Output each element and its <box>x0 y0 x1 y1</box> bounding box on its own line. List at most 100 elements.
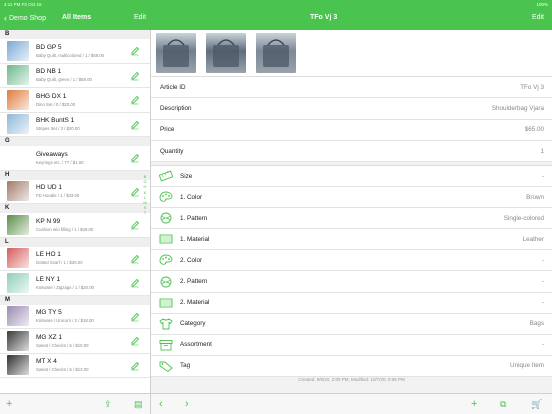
item-name: MG TY 5 <box>36 309 62 317</box>
back-button[interactable]: ‹ Demo Shop <box>4 13 46 23</box>
item-photo[interactable] <box>156 33 196 73</box>
item-subtitle: FD Hoodie / 1 / $33.00 <box>36 193 80 199</box>
item-text: LE NY 1 Knitware / Zigzags / 1 / $20.00 <box>36 276 94 290</box>
section-index[interactable]: BGHKLMST <box>141 174 149 216</box>
list-item[interactable]: LE NY 1 Knitware / Zigzags / 1 / $20.00 <box>0 271 150 296</box>
edit-pencil-icon[interactable] <box>130 71 140 81</box>
duplicate-icon[interactable]: ⧉ <box>500 399 506 409</box>
edit-pencil-icon[interactable] <box>130 254 140 264</box>
edit-pencil-icon[interactable] <box>130 120 140 130</box>
list-item[interactable]: BD GP 5 Baby Quilt, multicolored / 1 / $5… <box>0 39 150 64</box>
share-icon[interactable]: ⇪ <box>104 399 112 409</box>
attribute-value: - <box>541 172 544 180</box>
attribute-value: - <box>541 278 544 286</box>
list-item[interactable]: BD NB 1 Baby Quilt, green / 1 / $59.00 <box>0 64 150 88</box>
next-arrow-icon[interactable]: › <box>185 399 189 410</box>
photo-strip <box>151 30 552 77</box>
list-item[interactable]: BHG DX 1 Dino Set / 0 / $20.00 <box>0 88 150 113</box>
section-header: H <box>0 170 150 180</box>
add-button[interactable]: + <box>471 399 477 410</box>
attribute-row[interactable]: 2. Material - <box>151 293 552 314</box>
list-item[interactable]: MG XZ 1 Sweat / Checks / 5 / $10.00 <box>0 329 150 354</box>
attribute-value: Bags <box>529 320 544 328</box>
item-thumbnail <box>7 248 29 269</box>
detail-title: TFo Vj 3 <box>310 14 338 21</box>
item-name: KP N 99 <box>36 217 61 225</box>
attribute-label: Category <box>180 320 206 328</box>
cart-icon[interactable]: 🛒 <box>531 399 542 409</box>
item-text: BHG DX 1 Dino Set / 0 / $20.00 <box>36 93 75 107</box>
item-name: LE HO 1 <box>36 251 61 259</box>
item-text: BHK BuntS 1 Stripes Set / 3 / $20.00 <box>36 117 80 131</box>
report-icon[interactable]: ▤ <box>134 399 143 409</box>
item-photo[interactable] <box>256 33 296 73</box>
add-item-button[interactable]: + <box>6 399 12 410</box>
item-thumbnail <box>7 306 29 327</box>
list-item[interactable]: BHK BuntS 1 Stripes Set / 3 / $20.00 <box>0 113 150 137</box>
attribute-label: 1. Material <box>180 235 210 243</box>
detail-label: Quantity <box>160 147 184 155</box>
attribute-row[interactable]: 1. Color Brown <box>151 187 552 209</box>
timestamp-footer: Created: 9/8/20, 2:00 PM, Modified: 10/7… <box>298 377 405 382</box>
list-item[interactable]: Giveaways Keyrings etc. / 77 / $1.00 <box>0 146 150 171</box>
detail-label: Article ID <box>160 83 186 91</box>
box-icon <box>159 339 173 351</box>
attribute-row[interactable]: Category Bags <box>151 314 552 335</box>
edit-pencil-icon[interactable] <box>130 153 140 163</box>
edit-pencil-icon[interactable] <box>130 187 140 197</box>
item-name: HD UD 1 <box>36 184 63 192</box>
attribute-row[interactable]: Tag Unique Item <box>151 356 552 377</box>
list-item[interactable]: HD UD 1 FD Hoodie / 1 / $33.00 <box>0 180 150 204</box>
detail-edit-button[interactable]: Edit <box>532 14 544 21</box>
edit-pencil-icon[interactable] <box>130 220 140 230</box>
edit-pencil-icon[interactable] <box>130 312 140 322</box>
item-photo[interactable] <box>206 33 246 73</box>
item-name: MG XZ 1 <box>36 333 63 341</box>
tag-icon <box>159 360 173 372</box>
attribute-row[interactable]: 1. Material Leather <box>151 229 552 251</box>
attribute-value: - <box>541 299 544 307</box>
edit-pencil-icon[interactable] <box>130 336 140 346</box>
material-icon <box>159 297 173 309</box>
list-edit-button[interactable]: Edit <box>134 14 146 21</box>
attribute-row[interactable]: Size - <box>151 166 552 188</box>
item-thumbnail <box>7 181 29 202</box>
edit-pencil-icon[interactable] <box>130 95 140 105</box>
detail-row[interactable]: Description Shoulderbag Vjara <box>151 98 552 120</box>
list-item[interactable]: MG TY 5 Knitware / Unicorn / 2 / $18.00 <box>0 305 150 329</box>
attribute-label: Size <box>180 172 193 180</box>
attribute-label: 2. Material <box>180 299 210 307</box>
item-list[interactable]: B BD GP 5 Baby Quilt, multicolored / 1 / $… <box>0 30 151 393</box>
list-item[interactable]: MT X 4 Sweat / Checks / 5 / $13.00 <box>0 354 150 378</box>
item-thumbnail <box>7 330 29 351</box>
item-name: BD GP 5 <box>36 43 62 51</box>
attribute-label: 1. Color <box>180 193 203 201</box>
chevron-left-icon: ‹ <box>4 13 7 23</box>
item-subtitle: Dino Set / 0 / $20.00 <box>36 101 76 107</box>
basic-info-group: Article ID TFo Vj 3 Description Shoulderbag… <box>151 77 552 163</box>
edit-pencil-icon[interactable] <box>130 361 140 371</box>
list-item[interactable]: KP N 99 Cushion w/o filling / 1 / $29.00 <box>0 213 150 238</box>
detail-value: $65.00 <box>524 126 544 134</box>
item-thumbnail <box>7 65 29 86</box>
previous-arrow-icon[interactable]: ‹ <box>159 399 163 410</box>
list-item[interactable]: LE HO 1 Dotted Scarf / 1 / $20.00 <box>0 247 150 271</box>
item-subtitle: Baby Quilt, multicolored / 1 / $59.00 <box>36 52 105 58</box>
index-letter[interactable]: T <box>141 210 149 215</box>
detail-row[interactable]: Article ID TFo Vj 3 <box>151 77 552 99</box>
item-subtitle: Sweat / Checks / 5 / $13.00 <box>36 367 89 373</box>
item-subtitle: Dotted Scarf / 1 / $20.00 <box>36 260 83 266</box>
detail-row[interactable]: Quantity 1 <box>151 141 552 163</box>
edit-pencil-icon[interactable] <box>130 46 140 56</box>
edit-pencil-icon[interactable] <box>130 278 140 288</box>
attribute-row[interactable]: 2. Color - <box>151 250 552 272</box>
detail-row[interactable]: Price $65.00 <box>151 120 552 141</box>
attribute-row[interactable]: 1. Pattern Single-colored <box>151 208 552 230</box>
ruler-icon <box>158 170 174 182</box>
attribute-label: 2. Color <box>180 256 203 264</box>
item-subtitle: Keyrings etc. / 77 / $1.00 <box>36 159 84 165</box>
attribute-row[interactable]: Assortment - <box>151 335 552 356</box>
status-bar: 4:11 PM Fri Oct 16 100% <box>0 0 552 8</box>
section-header: G <box>0 137 150 146</box>
attribute-row[interactable]: 2. Pattern - <box>151 271 552 293</box>
